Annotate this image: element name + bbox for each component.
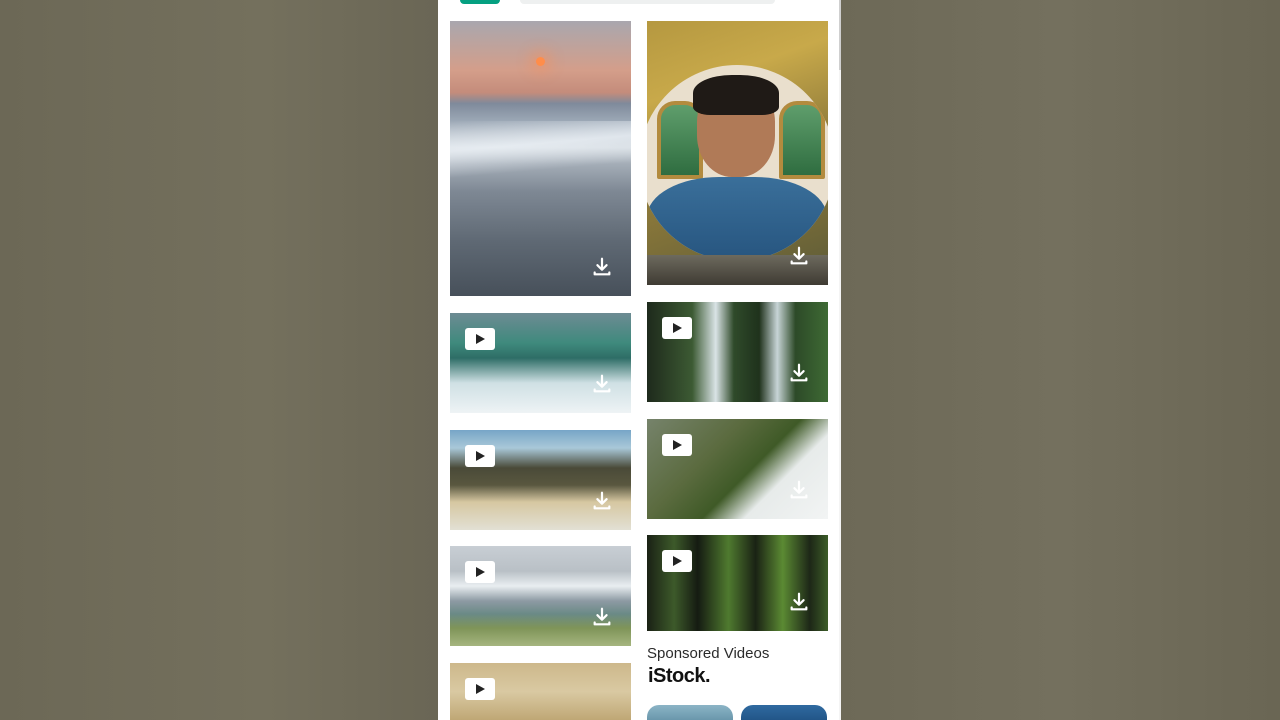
video-badge — [465, 678, 495, 700]
download-icon[interactable] — [591, 490, 613, 512]
download-icon[interactable] — [788, 591, 810, 613]
media-tile-waterfall-edge[interactable] — [450, 313, 631, 413]
video-badge — [465, 328, 495, 350]
media-tile-sand-dunes[interactable] — [450, 663, 631, 720]
media-tile-forest-trees[interactable] — [647, 535, 828, 631]
play-icon — [673, 323, 682, 333]
presenter-hair — [693, 75, 779, 115]
download-icon[interactable] — [591, 256, 613, 278]
play-icon — [673, 440, 682, 450]
video-badge — [465, 561, 495, 583]
media-tile-presenter[interactable] — [647, 21, 828, 285]
play-icon — [476, 684, 485, 694]
video-badge — [662, 550, 692, 572]
play-icon — [476, 334, 485, 344]
media-tile-misty-ridge[interactable] — [647, 419, 828, 519]
play-icon — [476, 451, 485, 461]
circular-portrait — [647, 65, 828, 261]
download-icon[interactable] — [591, 606, 613, 628]
sponsored-videos-label: Sponsored Videos — [647, 645, 770, 662]
backdrop-right — [841, 0, 1280, 720]
istock-logo[interactable]: iStock. — [648, 665, 711, 688]
scrollbar-track[interactable] — [839, 0, 841, 720]
window-left — [657, 101, 703, 179]
sun-glow — [536, 57, 545, 66]
sponsored-thumbnail[interactable] — [741, 705, 827, 720]
app-viewport: Sponsored Videos iStock. — [438, 0, 841, 720]
video-badge — [465, 445, 495, 467]
app-logo[interactable] — [460, 0, 500, 4]
media-tile-mountain-valley[interactable] — [450, 430, 631, 530]
download-icon[interactable] — [788, 479, 810, 501]
download-icon[interactable] — [788, 245, 810, 267]
media-tile-snowy-mountains[interactable] — [450, 546, 631, 646]
sponsored-thumbnail[interactable] — [647, 705, 733, 720]
video-badge — [662, 317, 692, 339]
media-tile-sunset-beach[interactable] — [450, 21, 631, 296]
download-icon[interactable] — [788, 362, 810, 384]
play-icon — [673, 556, 682, 566]
play-icon — [476, 567, 485, 577]
download-icon[interactable] — [591, 373, 613, 395]
wave-foam — [450, 121, 631, 181]
search-bar[interactable] — [520, 0, 775, 4]
window-right — [779, 101, 825, 179]
scrollbar-thumb[interactable] — [839, 0, 841, 70]
top-bar — [438, 0, 841, 14]
video-badge — [662, 434, 692, 456]
media-tile-forest-waterfalls[interactable] — [647, 302, 828, 402]
backdrop-left — [0, 0, 438, 720]
